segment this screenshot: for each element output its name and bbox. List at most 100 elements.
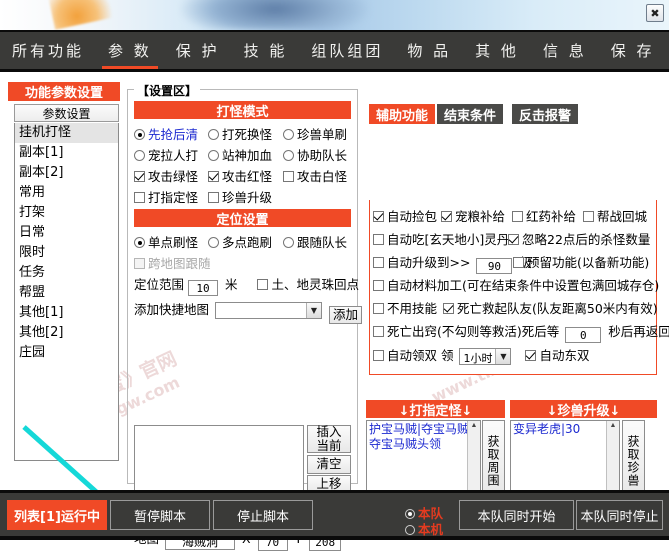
sidebar-item-guild[interactable]: 帮盟 bbox=[15, 283, 118, 303]
checkbox-pet-food-supply[interactable]: 宠粮补给 bbox=[441, 209, 505, 224]
nav-tab-protection[interactable]: 保 护 bbox=[164, 32, 232, 69]
nav-tab-all-functions[interactable]: 所有功能 bbox=[0, 32, 96, 69]
radio-indicator[interactable] bbox=[283, 150, 294, 161]
scroll-up-icon[interactable]: ▲ bbox=[610, 421, 617, 431]
add-quick-map-button[interactable]: 添加 bbox=[328, 306, 362, 325]
sidebar-item-dungeon-1[interactable]: 副本[1] bbox=[15, 143, 118, 163]
quick-map-select[interactable]: ▼ bbox=[215, 302, 322, 319]
checkbox-cross-map-follow[interactable]: 跨地图跟随 bbox=[134, 256, 211, 271]
sidebar-list[interactable]: 挂机打怪 副本[1] 副本[2] 常用 打架 日常 限时 任务 帮盟 其他[1]… bbox=[14, 123, 119, 461]
checkbox-indicator[interactable] bbox=[512, 211, 523, 222]
checkbox-indicator[interactable] bbox=[134, 192, 145, 203]
scrollbar-vertical[interactable]: ▲ ▼ bbox=[606, 421, 619, 501]
team-stop-all-button[interactable]: 本队同时停止 bbox=[576, 500, 663, 530]
checkbox-indicator[interactable] bbox=[373, 350, 384, 361]
tab-end-conditions[interactable]: 结束条件 bbox=[437, 104, 503, 124]
sidebar-item-daily[interactable]: 日常 bbox=[15, 223, 118, 243]
running-status-button[interactable]: 列表[1]运行中 bbox=[7, 500, 107, 530]
checkbox-indicator[interactable] bbox=[208, 171, 219, 182]
auto-level-target-input[interactable]: 90 bbox=[476, 258, 513, 274]
checkbox-auto-eat-pill[interactable]: 自动吃[玄天地小]灵丹 bbox=[373, 232, 509, 247]
radio-pet-solo[interactable]: 珍兽单刷 bbox=[283, 127, 347, 142]
checkbox-indicator[interactable] bbox=[441, 211, 452, 222]
checkbox-indicator[interactable] bbox=[443, 303, 454, 314]
checkbox-earth-pearl-return[interactable]: 土、地灵珠回点 bbox=[257, 277, 359, 292]
checkbox-auto-material-processing[interactable]: 自动材料加工(可在结束条件中设置包满回城存仓) bbox=[373, 278, 659, 293]
radio-indicator[interactable] bbox=[208, 150, 219, 161]
radio-indicator[interactable] bbox=[405, 525, 415, 535]
clear-list-button[interactable]: 清空 bbox=[307, 455, 351, 474]
nav-tab-items[interactable]: 物 品 bbox=[395, 32, 463, 69]
scroll-up-icon[interactable]: ▲ bbox=[471, 421, 478, 431]
radio-pet-pull[interactable]: 宠拉人打 bbox=[134, 148, 198, 163]
sidebar-item-manor[interactable]: 庄园 bbox=[15, 343, 118, 363]
tab-auxiliary-functions[interactable]: 辅助功能 bbox=[369, 104, 435, 124]
checkbox-ignore-kill-count-after-22[interactable]: 忽略22点后的杀怪数量 bbox=[508, 232, 650, 247]
sidebar-item-afk-combat[interactable]: 挂机打怪 bbox=[15, 123, 118, 143]
checkbox-indicator[interactable] bbox=[134, 171, 145, 182]
checkbox-indicator[interactable] bbox=[373, 234, 384, 245]
nav-tab-info[interactable]: 信 息 bbox=[531, 32, 599, 69]
insert-current-button[interactable]: 插入 当前 bbox=[307, 424, 351, 453]
parameter-settings-button[interactable]: 参数设置 bbox=[14, 104, 119, 122]
checkbox-no-skills[interactable]: 不用技能 bbox=[373, 301, 437, 316]
checkbox-indicator[interactable] bbox=[134, 258, 145, 269]
checkbox-indicator[interactable] bbox=[513, 257, 524, 268]
checkbox-pet-upgrade[interactable]: 珍兽升级 bbox=[208, 190, 272, 205]
checkbox-auto-freeze-double[interactable]: 自动东双 bbox=[525, 348, 589, 363]
sidebar-item-timed[interactable]: 限时 bbox=[15, 243, 118, 263]
checkbox-reserved-function[interactable]: 预留功能(以备新功能) bbox=[513, 255, 649, 270]
radio-multi-point[interactable]: 多点跑刷 bbox=[208, 235, 272, 250]
team-start-all-button[interactable]: 本队同时开始 bbox=[459, 500, 574, 530]
chevron-down-icon[interactable]: ▼ bbox=[306, 303, 321, 318]
checkbox-auto-level-to[interactable]: 自动升级到>> bbox=[373, 255, 470, 270]
nav-tab-team[interactable]: 组队组团 bbox=[299, 32, 395, 69]
checkbox-attack-green[interactable]: 攻击绿怪 bbox=[134, 169, 198, 184]
radio-indicator[interactable] bbox=[134, 129, 145, 140]
checkbox-indicator[interactable] bbox=[373, 211, 384, 222]
radio-indicator[interactable] bbox=[134, 150, 145, 161]
sidebar-item-other-1[interactable]: 其他[1] bbox=[15, 303, 118, 323]
checkbox-attack-red[interactable]: 攻击红怪 bbox=[208, 169, 272, 184]
checkbox-revive-teammate[interactable]: 死亡救起队友(队友距离50米内有效) bbox=[443, 301, 658, 316]
stop-script-button[interactable]: 停止脚本 bbox=[213, 500, 313, 530]
death-wait-seconds-input[interactable]: 0 bbox=[565, 327, 602, 343]
radio-follow-leader[interactable]: 跟随队长 bbox=[283, 235, 347, 250]
scrollbar-vertical[interactable]: ▲ ▼ bbox=[467, 421, 480, 501]
nav-tab-save[interactable]: 保 存 bbox=[599, 32, 667, 69]
nav-tab-parameters[interactable]: 参 数 bbox=[96, 32, 164, 69]
checkbox-target-specified-monster[interactable]: 打指定怪 bbox=[134, 190, 198, 205]
checkbox-indicator[interactable] bbox=[208, 192, 219, 203]
radio-single-point[interactable]: 单点刷怪 bbox=[134, 235, 198, 250]
radio-indicator[interactable] bbox=[405, 509, 415, 519]
radio-indicator[interactable] bbox=[134, 237, 145, 248]
range-input[interactable]: 10 bbox=[188, 280, 218, 296]
sidebar-item-fight[interactable]: 打架 bbox=[15, 203, 118, 223]
chevron-down-icon[interactable]: ▼ bbox=[495, 349, 511, 364]
checkbox-indicator[interactable] bbox=[373, 257, 384, 268]
pause-script-button[interactable]: 暂停脚本 bbox=[110, 500, 210, 530]
checkbox-indicator[interactable] bbox=[257, 279, 269, 290]
checkbox-red-potion-supply[interactable]: 红药补给 bbox=[512, 209, 576, 224]
checkbox-attack-white[interactable]: 攻击白怪 bbox=[283, 169, 347, 184]
checkbox-indicator[interactable] bbox=[508, 234, 519, 245]
double-exp-duration-select[interactable]: 1小时 ▼ bbox=[459, 348, 512, 365]
checkbox-auto-claim-double[interactable]: 自动领双 领 bbox=[373, 348, 453, 363]
radio-indicator[interactable] bbox=[208, 237, 219, 248]
radio-indicator[interactable] bbox=[208, 129, 219, 140]
sidebar-item-quests[interactable]: 任务 bbox=[15, 263, 118, 283]
scope-radio-local[interactable]: 本机 bbox=[405, 519, 443, 538]
sidebar-item-dungeon-2[interactable]: 副本[2] bbox=[15, 163, 118, 183]
checkbox-indicator[interactable] bbox=[283, 171, 294, 182]
radio-indicator[interactable] bbox=[283, 129, 294, 140]
checkbox-indicator[interactable] bbox=[583, 211, 594, 222]
close-icon[interactable]: ✖ bbox=[646, 4, 664, 22]
sidebar-item-other-2[interactable]: 其他[2] bbox=[15, 323, 118, 343]
checkbox-guild-war-return[interactable]: 帮战回城 bbox=[583, 209, 647, 224]
checkbox-indicator[interactable] bbox=[373, 303, 384, 314]
checkbox-auto-pickup[interactable]: 自动捡包 bbox=[373, 209, 437, 224]
radio-indicator[interactable] bbox=[283, 237, 294, 248]
nav-tab-other[interactable]: 其 他 bbox=[463, 32, 531, 69]
nav-tab-skills[interactable]: 技 能 bbox=[232, 32, 300, 69]
checkbox-death-release-spirit[interactable]: 死亡出窍(不勾则等救活)死后等 bbox=[373, 324, 559, 339]
